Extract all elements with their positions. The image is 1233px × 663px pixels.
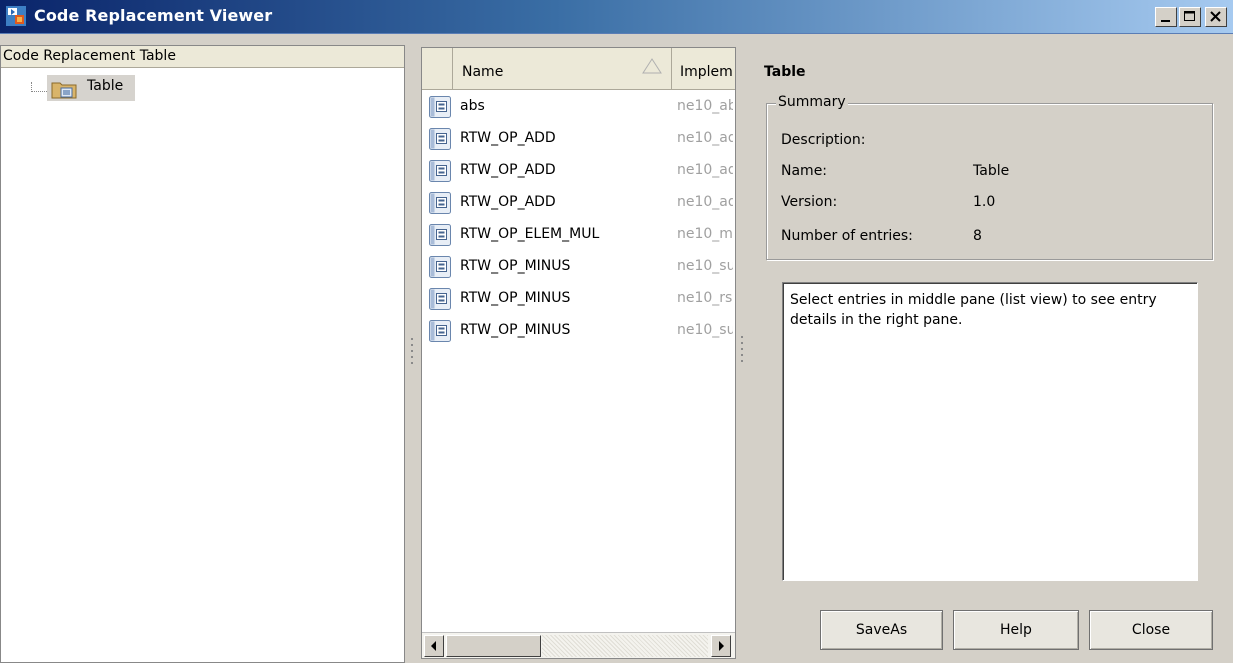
entry-icon: [429, 256, 451, 278]
row-implementation: ne10_sub: [677, 258, 733, 274]
help-button[interactable]: Help: [953, 610, 1079, 650]
entry-icon: [429, 320, 451, 342]
row-implementation: ne10_rsb: [677, 290, 733, 306]
list-row[interactable]: RTW_OP_MINUS ne10_rsb: [422, 282, 735, 314]
field-label-name: Name:: [781, 163, 828, 179]
summary-legend: Summary: [776, 94, 848, 110]
horizontal-scrollbar[interactable]: [422, 632, 735, 658]
list-row[interactable]: abs ne10_abs: [422, 90, 735, 122]
row-implementation: ne10_sub: [677, 322, 733, 338]
list-row[interactable]: RTW_OP_ADD ne10_add: [422, 186, 735, 218]
row-name: RTW_OP_ADD: [460, 194, 556, 210]
tree-node-label: Table: [87, 78, 124, 94]
minimize-icon: [1161, 20, 1170, 22]
row-name: RTW_OP_ADD: [460, 162, 556, 178]
list-pane[interactable]: Name Implem abs ne10_abs RTW_OP_ADD ne10_ad…: [421, 47, 736, 659]
row-implementation: ne10_add: [677, 130, 733, 146]
maximize-icon: [1184, 11, 1195, 21]
close-window-button[interactable]: [1205, 7, 1227, 27]
scroll-track[interactable]: [542, 635, 708, 657]
arrow-right-icon: [719, 641, 724, 651]
tree-node-table[interactable]: Table: [47, 75, 135, 101]
title-bar: Code Replacement Viewer: [0, 0, 1233, 34]
entry-icon: [429, 224, 451, 246]
app-icon: [6, 6, 26, 26]
list-row[interactable]: RTW_OP_MINUS ne10_sub: [422, 314, 735, 346]
scroll-thumb[interactable]: [446, 635, 541, 657]
close-button[interactable]: Close: [1089, 610, 1213, 650]
field-value-entries: 8: [973, 228, 982, 244]
table-folder-icon: [51, 82, 77, 99]
entry-details-text[interactable]: Select entries in middle pane (list view…: [782, 282, 1198, 581]
tree-header: Code Replacement Table: [1, 46, 404, 68]
splitter-right[interactable]: [740, 336, 744, 370]
row-implementation: ne10_mul: [677, 226, 733, 242]
sort-ascending-icon: [642, 58, 662, 74]
row-name: abs: [460, 98, 485, 114]
tree-connector: [31, 82, 47, 92]
tree-pane[interactable]: Code Replacement Table Table: [0, 45, 405, 663]
column-header-implementation-label: Implem: [680, 64, 733, 80]
row-implementation: ne10_add: [677, 162, 733, 178]
field-label-entries: Number of entries:: [781, 228, 913, 244]
close-icon: [1210, 11, 1221, 22]
maximize-button[interactable]: [1179, 7, 1201, 27]
list-row[interactable]: RTW_OP_ADD ne10_add: [422, 154, 735, 186]
list-row[interactable]: RTW_OP_MINUS ne10_sub: [422, 250, 735, 282]
row-name: RTW_OP_MINUS: [460, 290, 571, 306]
field-value-version: 1.0: [973, 194, 996, 210]
list-header-corner: [422, 48, 453, 89]
row-name: RTW_OP_MINUS: [460, 258, 571, 274]
entry-icon: [429, 192, 451, 214]
save-as-button[interactable]: SaveAs: [820, 610, 943, 650]
minimize-button[interactable]: [1155, 7, 1177, 27]
scroll-right-button[interactable]: [711, 635, 731, 657]
entry-icon: [429, 96, 451, 118]
window-title: Code Replacement Viewer: [34, 6, 273, 25]
field-label-version: Version:: [781, 194, 838, 210]
row-name: RTW_OP_ADD: [460, 130, 556, 146]
field-value-name: Table: [973, 163, 1010, 179]
list-row[interactable]: RTW_OP_ADD ne10_add: [422, 122, 735, 154]
row-name: RTW_OP_ELEM_MUL: [460, 226, 600, 242]
scroll-left-button[interactable]: [424, 635, 444, 657]
column-header-name[interactable]: Name: [454, 48, 672, 89]
row-implementation: ne10_abs: [677, 98, 733, 114]
column-header-name-label: Name: [462, 64, 504, 80]
row-name: RTW_OP_MINUS: [460, 322, 571, 338]
row-implementation: ne10_add: [677, 194, 733, 210]
entry-icon: [429, 160, 451, 182]
details-title: Table: [764, 64, 806, 80]
column-header-implementation[interactable]: Implem: [673, 48, 735, 89]
entry-icon: [429, 288, 451, 310]
splitter-left[interactable]: [410, 338, 414, 372]
list-header: Name Implem: [422, 48, 735, 90]
field-label-description: Description:: [781, 132, 866, 148]
entry-icon: [429, 128, 451, 150]
arrow-left-icon: [431, 641, 436, 651]
list-row[interactable]: RTW_OP_ELEM_MUL ne10_mul: [422, 218, 735, 250]
